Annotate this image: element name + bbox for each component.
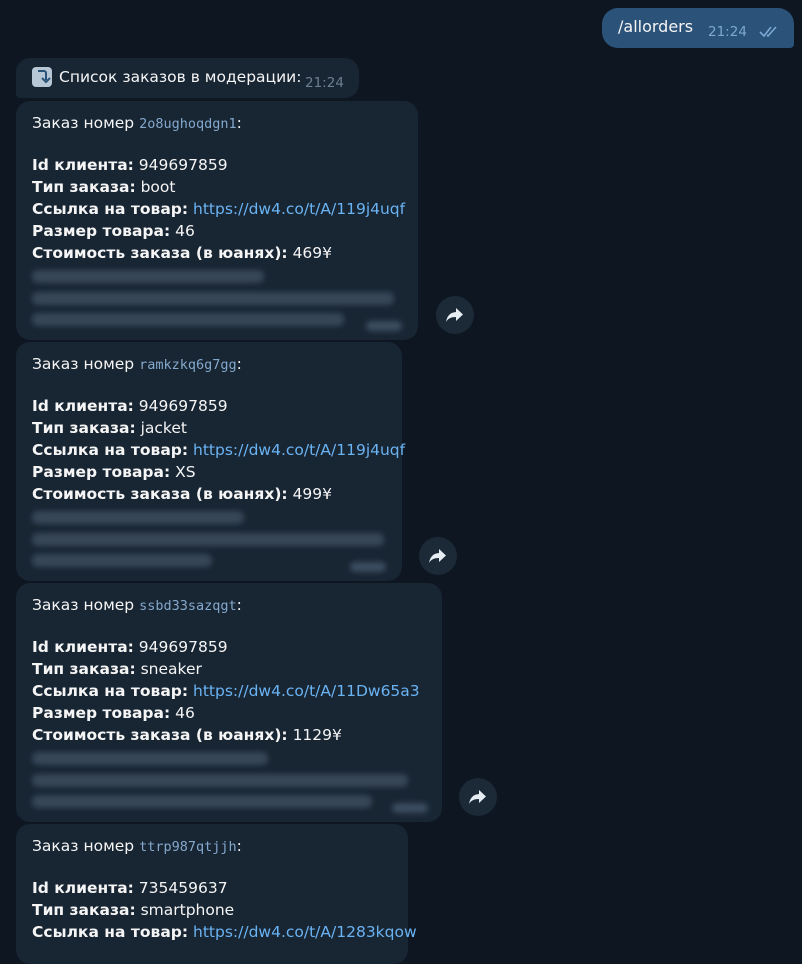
- size-value: 46: [175, 222, 195, 240]
- order-title: Заказ номер ramkzkq6g7gg:: [32, 355, 242, 373]
- order-title: Заказ номер ssbd33sazqgt:: [32, 596, 242, 614]
- order-message[interactable]: Заказ номер ttrp987qtjjh: Id клиента: 73…: [16, 824, 417, 964]
- price-value: 1129¥: [292, 726, 342, 744]
- link-label: Ссылка на товар:: [32, 441, 189, 459]
- product-link[interactable]: https://dw4.co/t/A/119j4uqf: [193, 200, 405, 218]
- outgoing-message[interactable]: /allorders 21:24: [602, 8, 794, 48]
- type-value: boot: [140, 178, 176, 196]
- double-check-icon: [759, 26, 777, 38]
- client-id-label: Id клиента:: [32, 879, 134, 897]
- size-value: XS: [175, 463, 196, 481]
- client-id-label: Id клиента:: [32, 156, 134, 174]
- type-value: jacket: [140, 419, 187, 437]
- client-id-value: 949697859: [138, 638, 228, 656]
- type-label: Тип заказа:: [32, 419, 136, 437]
- order-code: ttrp987qtjjh: [139, 839, 237, 855]
- link-label: Ссылка на товар:: [32, 923, 189, 941]
- redacted-text: [32, 795, 372, 808]
- redacted-text: [32, 752, 268, 765]
- message-time: 21:24: [708, 24, 747, 40]
- product-link[interactable]: https://dw4.co/t/A/119j4uqf: [193, 441, 405, 459]
- redacted-text: [32, 292, 394, 305]
- type-value: smartphone: [140, 901, 235, 919]
- redacted-text: [32, 554, 212, 567]
- message-time: 21:24: [305, 75, 344, 91]
- message-text: Список заказов в модерации:: [59, 68, 302, 86]
- order-message[interactable]: Заказ номер ssbd33sazqgt: Id клиента: 94…: [16, 583, 442, 822]
- incoming-message-header[interactable]: Список заказов в модерации: 21:24: [16, 58, 359, 98]
- link-label: Ссылка на товар:: [32, 682, 189, 700]
- client-id-label: Id клиента:: [32, 397, 134, 415]
- price-value: 469¥: [292, 244, 333, 262]
- price-label: Стоимость заказа (в юанях):: [32, 244, 288, 262]
- redacted-time: [350, 562, 386, 572]
- size-label: Размер товара:: [32, 704, 171, 722]
- order-message[interactable]: Заказ номер ramkzkq6g7gg: Id клиента: 94…: [16, 342, 405, 581]
- client-id-label: Id клиента:: [32, 638, 134, 656]
- order-title: Заказ номер 2o8ughoqdgn1:: [32, 114, 242, 132]
- link-label: Ссылка на товар:: [32, 200, 189, 218]
- forward-button[interactable]: [436, 296, 474, 334]
- redacted-text: [32, 511, 244, 524]
- order-message[interactable]: Заказ номер 2o8ughoqdgn1: Id клиента: 94…: [16, 101, 418, 340]
- client-id-value: 949697859: [138, 156, 228, 174]
- product-link[interactable]: https://dw4.co/t/A/1283kqow: [193, 923, 417, 941]
- price-label: Стоимость заказа (в юанях):: [32, 485, 288, 503]
- arrow-down-icon: [32, 67, 52, 87]
- order-code: ssbd33sazqgt: [139, 598, 237, 614]
- redacted-text: [32, 313, 344, 326]
- order-title: Заказ номер ttrp987qtjjh:: [32, 837, 242, 855]
- size-value: 46: [175, 704, 195, 722]
- forward-icon: [469, 790, 486, 804]
- price-label: Стоимость заказа (в юанях):: [32, 726, 288, 744]
- forward-button[interactable]: [419, 537, 457, 575]
- product-link[interactable]: https://dw4.co/t/A/11Dw65a3: [193, 682, 420, 700]
- redacted-time: [366, 321, 402, 331]
- client-id-value: 949697859: [138, 397, 228, 415]
- type-label: Тип заказа:: [32, 901, 136, 919]
- redacted-text: [32, 774, 408, 787]
- price-value: 499¥: [292, 485, 333, 503]
- order-code: 2o8ughoqdgn1: [139, 116, 237, 132]
- redacted-text: [32, 270, 264, 283]
- type-value: sneaker: [140, 660, 202, 678]
- size-label: Размер товара:: [32, 222, 171, 240]
- redacted-text: [32, 533, 384, 546]
- message-text: /allorders: [618, 17, 694, 36]
- order-code: ramkzkq6g7gg: [139, 357, 237, 373]
- forward-icon: [429, 549, 446, 563]
- type-label: Тип заказа:: [32, 660, 136, 678]
- redacted-time: [392, 803, 428, 813]
- client-id-value: 735459637: [138, 879, 228, 897]
- forward-icon: [446, 308, 463, 322]
- size-label: Размер товара:: [32, 463, 171, 481]
- forward-button[interactable]: [459, 778, 497, 816]
- type-label: Тип заказа:: [32, 178, 136, 196]
